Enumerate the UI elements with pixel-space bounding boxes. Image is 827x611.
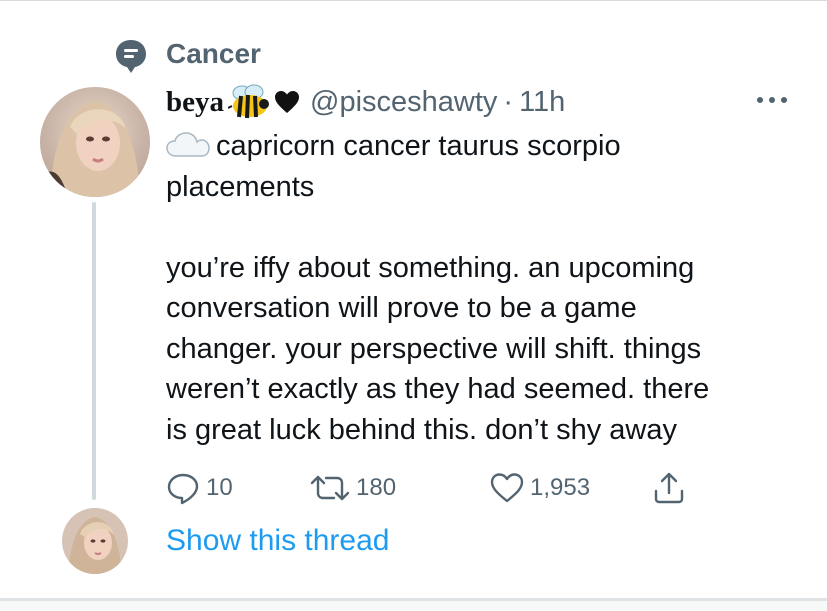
author-name[interactable]: beya [166, 86, 224, 119]
thread-avatar[interactable] [62, 508, 128, 574]
share-icon [654, 472, 684, 504]
share-button[interactable] [652, 470, 686, 506]
tweet-timestamp[interactable]: 11h [519, 86, 565, 119]
text-line-2: placements [166, 170, 315, 203]
topic-context[interactable]: Cancer [113, 36, 261, 76]
show-thread-link[interactable]: Show this thread [166, 524, 389, 558]
reply-button[interactable]: 10 [166, 470, 233, 506]
retweet-icon [310, 475, 350, 501]
cloud-emoji-icon [166, 129, 210, 157]
author-avatar[interactable] [40, 87, 150, 197]
like-count: 1,953 [530, 474, 591, 501]
text-line-4: you’re iffy about something. an upcoming [166, 251, 695, 284]
tweet-text: capricorn cancer taurus scorpio placemen… [166, 126, 806, 450]
tweet-header: beya @pisceshawty · 11h [166, 82, 565, 122]
text-line-1: capricorn cancer taurus scorpio [166, 126, 806, 167]
reply-count: 10 [206, 474, 233, 501]
top-divider [0, 0, 827, 1]
bee-emoji-icon [227, 84, 272, 120]
text-line-5: conversation will prove to be a game [166, 292, 637, 324]
reply-icon [167, 473, 199, 505]
author-handle[interactable]: @pisceshawty [310, 86, 497, 119]
bottom-gap [0, 601, 827, 611]
thread-line [92, 202, 96, 500]
heart-icon [490, 473, 524, 503]
topic-label[interactable]: Cancer [166, 38, 261, 70]
retweet-button[interactable]: 180 [310, 470, 396, 506]
text-line-7: weren’t exactly as they had seemed. ther… [166, 373, 710, 405]
black-heart-icon [274, 90, 300, 114]
retweet-count: 180 [356, 474, 397, 501]
text-line-6: changer. your perspective will shift. th… [166, 332, 702, 365]
topic-icon [113, 38, 149, 74]
separator-dot: · [503, 85, 514, 118]
text-line-8: is great luck behind this. don’t shy awa… [166, 413, 677, 446]
like-button[interactable]: 1,953 [490, 470, 590, 506]
more-options-icon[interactable] [752, 90, 792, 110]
